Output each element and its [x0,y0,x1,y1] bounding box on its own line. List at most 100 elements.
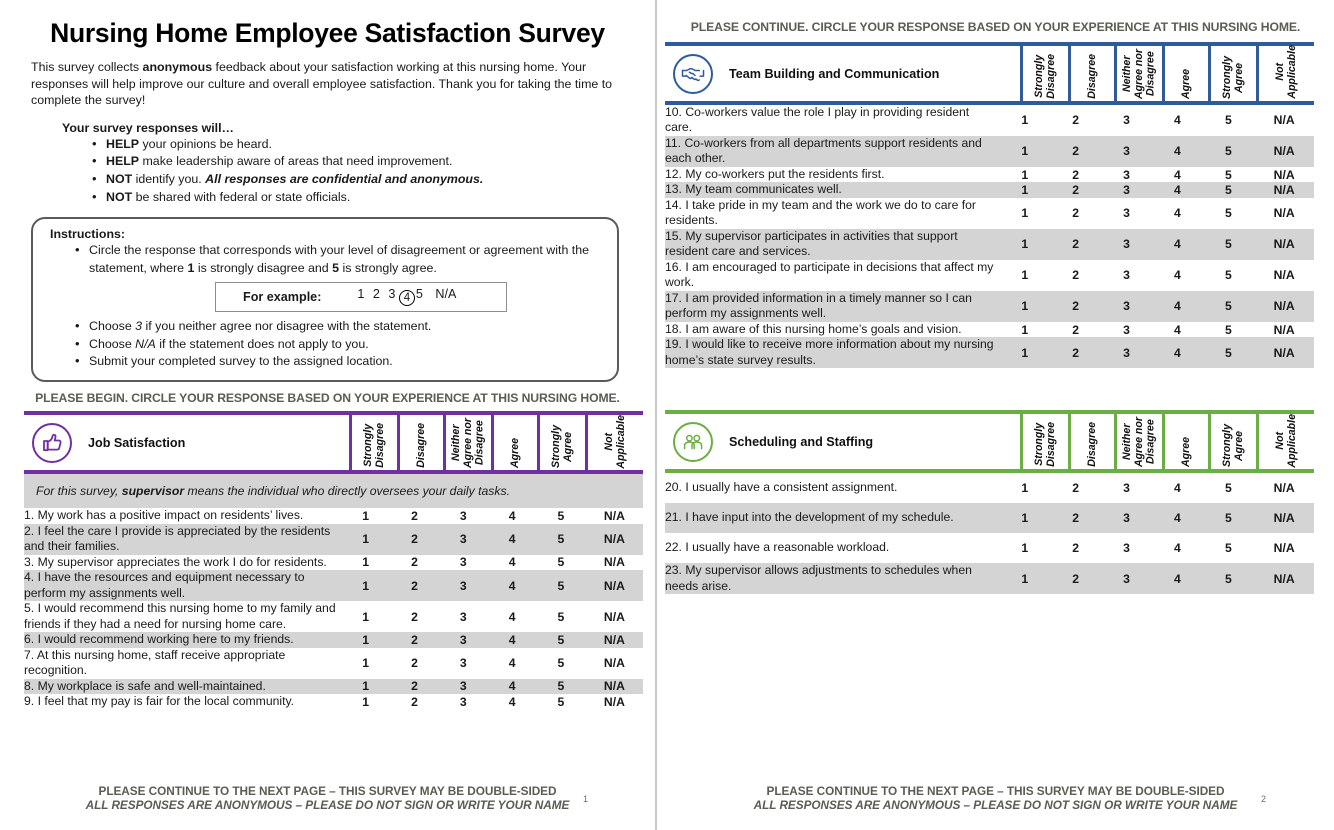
option-na[interactable]: N/A [1254,167,1314,182]
option-2[interactable]: 2 [390,523,439,555]
option-na[interactable]: N/A [1254,563,1314,595]
option-na[interactable]: N/A [1254,105,1314,136]
option-4[interactable]: 4 [488,570,536,602]
option-5[interactable]: 5 [1202,473,1254,503]
option-5[interactable]: 5 [536,508,586,523]
option-1[interactable]: 1 [340,523,391,555]
option-4[interactable]: 4 [1153,533,1203,563]
option-5[interactable]: 5 [1202,290,1255,322]
option-3[interactable]: 3 [1100,182,1153,198]
option-2[interactable]: 2 [391,508,439,523]
option-3[interactable]: 3 [438,632,489,648]
option-na[interactable]: N/A [1254,260,1314,291]
option-4[interactable]: 4 [1152,228,1203,260]
option-4[interactable]: 4 [1152,135,1203,167]
option-4[interactable]: 4 [1153,473,1203,503]
option-1[interactable]: 1 [999,167,1051,182]
option-1[interactable]: 1 [341,601,391,632]
option-5[interactable]: 5 [1202,228,1255,260]
option-na[interactable]: N/A [1254,290,1314,322]
option-1[interactable]: 1 [341,555,391,570]
option-na[interactable]: N/A [1254,182,1314,198]
option-2[interactable]: 2 [1050,228,1101,260]
option-3[interactable]: 3 [438,508,488,523]
option-1[interactable]: 1 [998,182,1051,198]
option-5[interactable]: 5 [1202,563,1255,595]
option-3[interactable]: 3 [1101,322,1153,337]
option-3[interactable]: 3 [1101,105,1153,136]
option-3[interactable]: 3 [1101,260,1153,291]
option-4[interactable]: 4 [1153,322,1203,337]
option-2[interactable]: 2 [390,632,439,648]
option-1[interactable]: 1 [999,105,1051,136]
option-4[interactable]: 4 [1152,563,1203,595]
option-1[interactable]: 1 [998,135,1051,167]
option-5[interactable]: 5 [1202,260,1254,291]
option-na[interactable]: N/A [586,601,643,632]
option-5[interactable]: 5 [1202,182,1255,198]
option-na[interactable]: N/A [586,648,643,679]
option-na[interactable]: N/A [586,555,643,570]
option-na[interactable]: N/A [1254,533,1314,563]
option-3[interactable]: 3 [1100,135,1153,167]
option-1[interactable]: 1 [341,694,391,709]
option-5[interactable]: 5 [536,601,586,632]
option-2[interactable]: 2 [1050,503,1101,534]
option-1[interactable]: 1 [998,337,1051,369]
option-5[interactable]: 5 [535,523,586,555]
option-2[interactable]: 2 [1051,167,1101,182]
option-4[interactable]: 4 [488,508,536,523]
option-2[interactable]: 2 [1050,182,1101,198]
option-3[interactable]: 3 [438,694,488,709]
option-5[interactable]: 5 [1202,533,1254,563]
option-3[interactable]: 3 [438,570,489,602]
option-4[interactable]: 4 [488,523,536,555]
option-1[interactable]: 1 [340,570,391,602]
option-1[interactable]: 1 [998,503,1051,534]
option-na[interactable]: N/A [1254,337,1314,369]
option-5[interactable]: 5 [535,678,586,695]
option-1[interactable]: 1 [999,260,1051,291]
option-2[interactable]: 2 [391,694,439,709]
option-na[interactable]: N/A [1254,198,1314,229]
option-4[interactable]: 4 [488,555,536,570]
option-na[interactable]: N/A [585,523,643,555]
option-5[interactable]: 5 [1202,105,1254,136]
option-3[interactable]: 3 [1101,533,1153,563]
option-3[interactable]: 3 [438,523,489,555]
option-na[interactable]: N/A [586,694,643,709]
option-2[interactable]: 2 [1051,473,1101,503]
option-2[interactable]: 2 [391,601,439,632]
option-1[interactable]: 1 [998,228,1051,260]
option-4[interactable]: 4 [1152,337,1203,369]
option-5[interactable]: 5 [1202,135,1255,167]
option-na[interactable]: N/A [1254,322,1314,337]
option-4[interactable]: 4 [1152,182,1203,198]
option-3[interactable]: 3 [1101,167,1153,182]
option-5[interactable]: 5 [1202,337,1255,369]
option-4[interactable]: 4 [488,601,536,632]
option-3[interactable]: 3 [1101,473,1153,503]
option-5[interactable]: 5 [535,632,586,648]
option-na[interactable]: N/A [1254,228,1314,260]
option-1[interactable]: 1 [340,678,391,695]
option-3[interactable]: 3 [1100,337,1153,369]
option-na[interactable]: N/A [1254,135,1314,167]
option-2[interactable]: 2 [390,570,439,602]
option-2[interactable]: 2 [1051,198,1101,229]
option-4[interactable]: 4 [1152,503,1203,534]
option-2[interactable]: 2 [1050,290,1101,322]
option-2[interactable]: 2 [1050,135,1101,167]
option-na[interactable]: N/A [586,508,643,523]
option-1[interactable]: 1 [341,508,391,523]
option-5[interactable]: 5 [1202,503,1255,534]
option-1[interactable]: 1 [998,563,1051,595]
option-1[interactable]: 1 [999,473,1051,503]
option-4[interactable]: 4 [488,678,536,695]
option-5[interactable]: 5 [536,648,586,679]
option-4[interactable]: 4 [488,694,536,709]
option-5[interactable]: 5 [536,555,586,570]
option-1[interactable]: 1 [999,198,1051,229]
option-2[interactable]: 2 [1051,322,1101,337]
option-na[interactable]: N/A [585,570,643,602]
